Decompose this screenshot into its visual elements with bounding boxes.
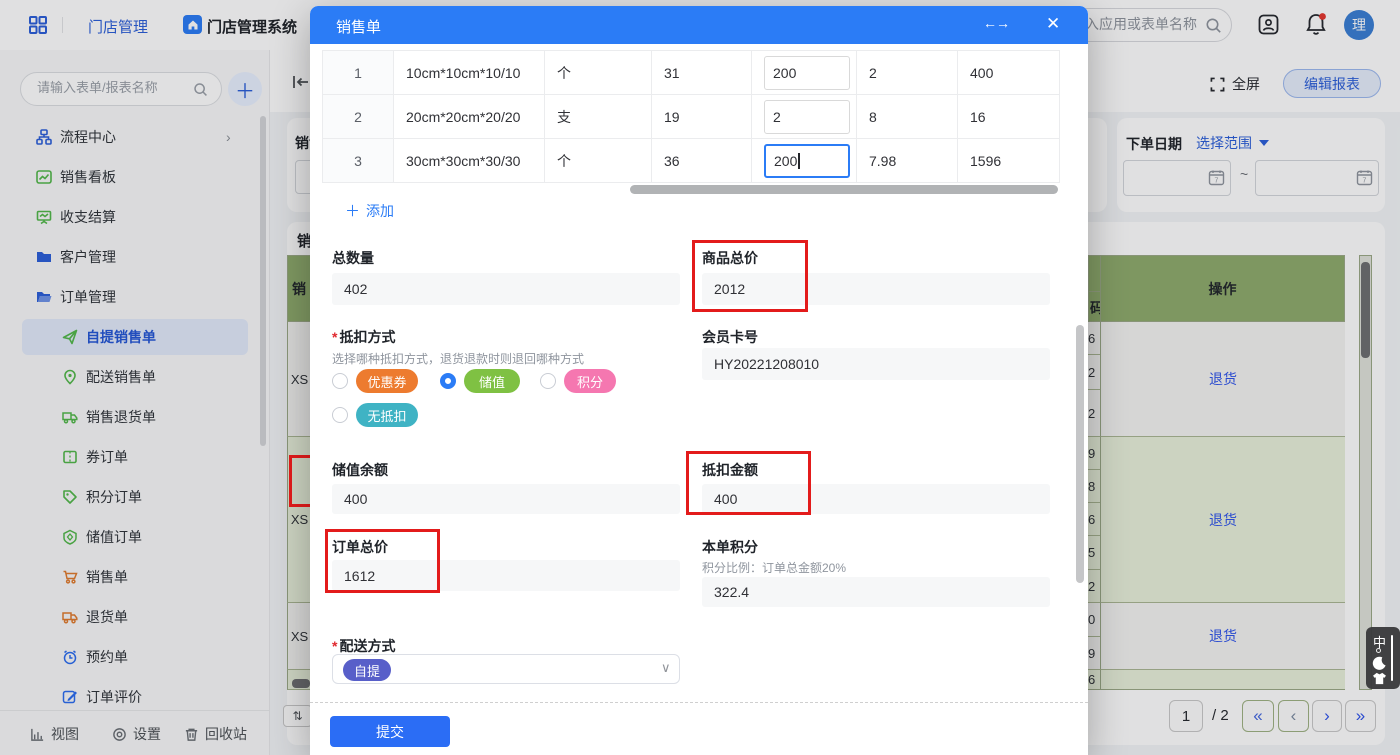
delivery-pickup-pill: 自提 — [343, 659, 391, 681]
stock-cell: 19 — [652, 95, 752, 139]
chevron-down-icon: ∨ — [661, 660, 671, 676]
total-qty-label: 总数量 — [332, 248, 374, 268]
theme-shirt-icon[interactable] — [1372, 672, 1387, 685]
plus-icon: ＋ — [345, 200, 360, 221]
order-items-table: 1 10cm*10cm*10/10 个 31 200 2 400 2 20cm*… — [322, 50, 1060, 183]
radio-coupon[interactable] — [332, 373, 348, 389]
stored-balance-value: 400 — [332, 484, 680, 514]
unit-cell: 个 — [545, 139, 652, 183]
spec-cell: 20cm*20cm*20/20 — [394, 95, 545, 139]
annotation-box-deduct-amount — [686, 451, 811, 515]
stored-value-option-pill[interactable]: 储值 — [464, 369, 520, 393]
radio-no-deduction[interactable] — [332, 407, 348, 423]
widget-scroll-line — [1391, 635, 1393, 681]
modal-header: 销售单 ←→ ✕ — [310, 6, 1088, 44]
price-cell: 2 — [857, 51, 958, 95]
coupon-option-pill[interactable]: 优惠券 — [356, 369, 418, 393]
no-deduction-option-pill[interactable]: 无抵扣 — [356, 403, 418, 427]
unit-cell: 个 — [545, 51, 652, 95]
row-index: 2 — [323, 95, 394, 139]
annotation-box-order-total — [325, 529, 440, 593]
input-caret — [798, 153, 800, 169]
floating-theme-widget[interactable]: 中 — [1366, 627, 1400, 689]
qty-cell: 200 — [752, 51, 857, 95]
deduct-method-label: 抵扣方式 — [332, 327, 395, 347]
footer-divider — [310, 702, 1088, 703]
modal-title: 销售单 — [336, 16, 381, 37]
row-index: 1 — [323, 51, 394, 95]
member-card-value: HY20221208010 — [702, 348, 1050, 380]
modal-vscrollbar[interactable] — [1076, 325, 1084, 583]
row-index: 3 — [323, 139, 394, 183]
toggle-dot-icon — [1376, 648, 1381, 653]
total-cell: 400 — [958, 51, 1060, 95]
table-row: 1 10cm*10cm*10/10 个 31 200 2 400 — [323, 51, 1060, 95]
quantity-input[interactable]: 200 — [764, 56, 850, 90]
quantity-input-focused[interactable]: 200 — [764, 144, 850, 178]
spec-cell: 10cm*10cm*10/10 — [394, 51, 545, 95]
table-row: 3 30cm*30cm*30/30 个 36 200 7.98 1596 — [323, 139, 1060, 183]
table-row: 2 20cm*20cm*20/20 支 19 2 8 16 — [323, 95, 1060, 139]
points-label: 本单积分 — [702, 537, 758, 557]
total-cell: 16 — [958, 95, 1060, 139]
unit-cell: 支 — [545, 95, 652, 139]
annotation-box-goods-total — [692, 240, 808, 312]
quantity-input[interactable]: 2 — [764, 100, 850, 134]
price-cell: 7.98 — [857, 139, 958, 183]
radio-points[interactable] — [540, 373, 556, 389]
price-cell: 8 — [857, 95, 958, 139]
stored-balance-label: 储值余额 — [332, 460, 388, 480]
delivery-method-label: 配送方式 — [332, 636, 395, 656]
points-help: 积分比例：订单总金额20% — [702, 559, 846, 576]
stock-cell: 36 — [652, 139, 752, 183]
submit-button[interactable]: 提交 — [330, 716, 450, 747]
dark-mode-moon-icon[interactable] — [1372, 656, 1387, 671]
modal-table-hscrollbar[interactable] — [630, 185, 1058, 194]
total-cell: 1596 — [958, 139, 1060, 183]
deduct-method-help: 选择哪种抵扣方式，退货退款时则退回哪种方式 — [332, 350, 584, 367]
expand-modal-icon[interactable]: ←→ — [983, 15, 1009, 31]
points-value: 322.4 — [702, 577, 1050, 607]
delivery-method-select[interactable]: 自提 ∨ — [332, 654, 680, 684]
add-row-button[interactable]: ＋ 添加 — [345, 200, 394, 221]
sales-order-modal: 销售单 ←→ ✕ 1 10cm*10cm*10/10 个 31 200 2 40… — [310, 6, 1088, 755]
qty-cell: 200 — [752, 139, 857, 183]
qty-cell: 2 — [752, 95, 857, 139]
stock-cell: 31 — [652, 51, 752, 95]
member-card-label: 会员卡号 — [702, 327, 758, 347]
total-qty-value: 402 — [332, 273, 680, 305]
app-screen: 门店管理 门店管理系统 理 ＋ 流程中心 › — [0, 0, 1400, 755]
radio-stored-value-selected[interactable] — [440, 373, 456, 389]
points-option-pill[interactable]: 积分 — [564, 369, 616, 393]
spec-cell: 30cm*30cm*30/30 — [394, 139, 545, 183]
close-modal-icon[interactable]: ✕ — [1046, 14, 1060, 34]
